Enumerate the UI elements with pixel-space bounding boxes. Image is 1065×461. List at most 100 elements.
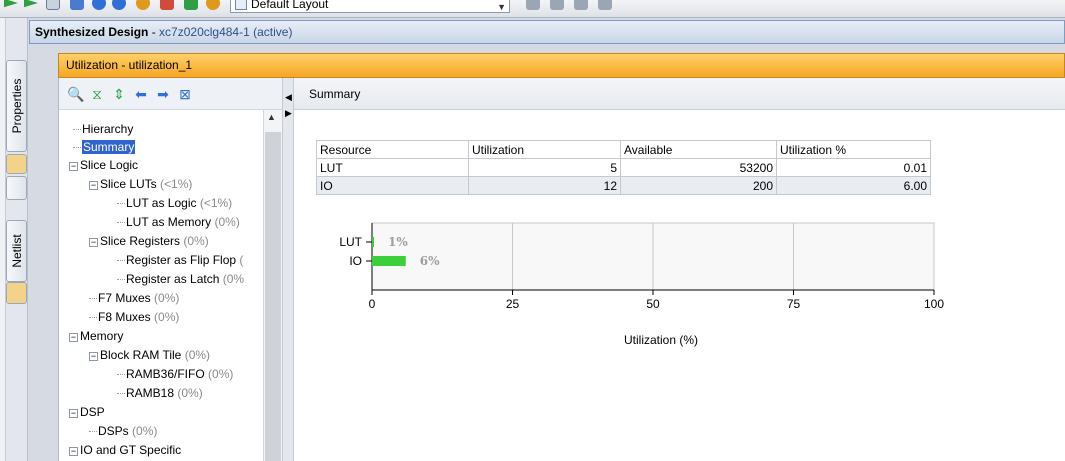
tree-scrollbar-thumb[interactable] (265, 132, 281, 461)
open-hardware-icon[interactable] (70, 0, 84, 10)
tree-connector (117, 260, 125, 261)
tree-node-percent: (0%) (177, 386, 203, 400)
sigma-icon[interactable] (184, 0, 198, 10)
table-header-utilization[interactable]: Utilization (468, 140, 621, 159)
table-cell: 0.01 (776, 158, 931, 177)
collapse-toggle-icon[interactable]: − (69, 333, 78, 342)
tree-node-label: Memory (80, 329, 124, 343)
tree-node-label: Hierarchy (82, 122, 134, 136)
tree-connector (117, 393, 125, 394)
tree-node[interactable]: RAMB18 (0%) (117, 386, 203, 400)
layout-action-2-icon[interactable] (550, 0, 564, 10)
properties-side-tab[interactable]: Properties (6, 60, 27, 152)
expand-all-icon[interactable]: ⇕ (111, 86, 127, 102)
table-header-resource[interactable]: Resource (316, 140, 469, 159)
tree-connector (117, 374, 125, 375)
table-row[interactable]: IO 12 200 6.00 (316, 176, 931, 195)
tree-connector (89, 298, 97, 299)
tree-node[interactable]: − Slice Logic (69, 158, 138, 172)
run-synthesis-icon[interactable] (24, 0, 38, 8)
tree-node[interactable]: − Memory (69, 329, 123, 343)
chart-x-tick-label: 50 (646, 297, 660, 311)
layout-gear-icon[interactable] (206, 0, 220, 10)
chart-data-label: 1% (388, 235, 408, 249)
tree-node[interactable]: − Slice Registers (0%) (89, 234, 209, 248)
panel-splitter[interactable]: ◀ ▶ (282, 78, 294, 461)
info-icon[interactable] (112, 0, 126, 10)
run-implementation-icon[interactable] (4, 0, 18, 8)
layout-action-4-icon[interactable] (598, 0, 612, 10)
chart-bar (372, 237, 374, 247)
tree-node[interactable]: LUT as Logic (<1%) (117, 196, 232, 210)
tree-node[interactable]: − IO and GT Specific (69, 443, 181, 457)
tree-node[interactable]: Register as Latch (0% (117, 272, 244, 286)
settings-icon[interactable] (136, 0, 150, 10)
tree-connector (73, 129, 81, 130)
tools-icon[interactable] (160, 0, 174, 10)
tree-node-label: Slice LUTs (100, 177, 157, 191)
tree-node[interactable]: − Block RAM Tile (0%) (89, 348, 210, 362)
tree-node[interactable]: F7 Muxes (0%) (89, 291, 179, 305)
tree-node[interactable]: Register as Flip Flop ( (117, 253, 243, 267)
table-row[interactable]: LUT 5 53200 0.01 (316, 158, 931, 177)
collapse-toggle-icon[interactable]: − (89, 181, 98, 190)
tree-node-percent: (<1%) (199, 196, 233, 210)
tree-connector (89, 317, 97, 318)
chevron-down-icon: ▼ (497, 2, 506, 12)
collapse-toggle-icon[interactable]: − (69, 409, 78, 418)
tree-node[interactable]: RAMB36/FIFO (0%) (117, 367, 233, 381)
table-cell: 6.00 (776, 176, 931, 195)
tree-node[interactable]: Hierarchy (73, 122, 133, 136)
properties-side-tab-label: Properties (9, 78, 24, 134)
forward-arrow-icon[interactable]: ➡ (155, 86, 171, 102)
tree-node[interactable]: F8 Muxes (0%) (89, 310, 179, 324)
utilization-panel-header[interactable]: Utilization - utilization_1 (58, 53, 1065, 78)
back-arrow-icon[interactable]: ⬅ (133, 86, 149, 102)
generate-bitstream-icon[interactable] (46, 0, 60, 10)
tree-node-percent: (0%) (184, 348, 211, 362)
tree-node-percent: (<1%) (160, 177, 193, 191)
tree-node-percent: (0%) (132, 424, 158, 438)
tree-node[interactable]: LUT as Memory (0%) (117, 215, 240, 229)
collapse-all-icon[interactable]: ⧖ (89, 86, 105, 102)
netlist-icon-tab[interactable] (6, 282, 27, 304)
left-side-rail: Properties Netlist (6, 18, 28, 461)
scroll-up-icon[interactable]: ▲ (267, 112, 276, 122)
layout-action-1-icon[interactable] (526, 0, 540, 10)
chart-x-tick-label: 0 (369, 297, 376, 311)
expand-right-icon[interactable]: ▶ (285, 108, 292, 119)
tree-node-label: Slice Registers (100, 234, 181, 248)
search-icon[interactable]: 🔍 (67, 86, 84, 102)
utilization-tree-panel: 🔍 ⧖ ⇕ ⬅ ➡ ⊠ Hierarchy Summary − Slice Logic… (58, 78, 283, 461)
summary-tab-label: Summary (309, 87, 361, 101)
collapse-toggle-icon[interactable]: − (69, 447, 78, 456)
chart-category-label: IO (349, 254, 362, 268)
table-header-available[interactable]: Available (620, 140, 777, 159)
properties-icon-tab[interactable] (6, 154, 27, 174)
collapse-toggle-icon[interactable]: − (89, 352, 98, 361)
refresh-icon[interactable] (92, 0, 106, 10)
collapse-toggle-icon[interactable]: − (69, 162, 78, 171)
tree-node-label: Register as Flip Flop (126, 253, 237, 267)
options-icon[interactable]: ⊠ (177, 86, 193, 102)
chart-x-axis-label: Utilization (%) (624, 333, 699, 347)
summary-tab[interactable]: Summary (294, 78, 1065, 110)
chart-x-tick-label: 75 (787, 297, 801, 311)
layout-dropdown[interactable]: Default Layout ▼ (230, 0, 510, 13)
tree-node-label: DSP (80, 405, 105, 419)
tree-node-label: F7 Muxes (98, 291, 151, 305)
layout-action-3-icon[interactable] (574, 0, 588, 10)
chart-x-tick-label: 25 (506, 297, 520, 311)
collapse-toggle-icon[interactable]: − (89, 238, 98, 247)
hierarchy-icon-tab[interactable] (6, 176, 27, 200)
tree-node[interactable]: Summary (73, 140, 136, 154)
collapse-left-icon[interactable]: ◀ (285, 92, 292, 103)
table-header-utilization-pct[interactable]: Utilization % (776, 140, 931, 159)
tree-node-label: LUT as Logic (126, 196, 197, 210)
table-cell: 200 (620, 176, 777, 195)
tree-node[interactable]: − Slice LUTs (<1%) (89, 177, 192, 191)
tree-node[interactable]: DSPs (0%) (89, 424, 157, 438)
tree-node[interactable]: − DSP (69, 405, 105, 419)
tree-node-label: Summary (82, 140, 136, 154)
netlist-side-tab[interactable]: Netlist (6, 220, 27, 282)
